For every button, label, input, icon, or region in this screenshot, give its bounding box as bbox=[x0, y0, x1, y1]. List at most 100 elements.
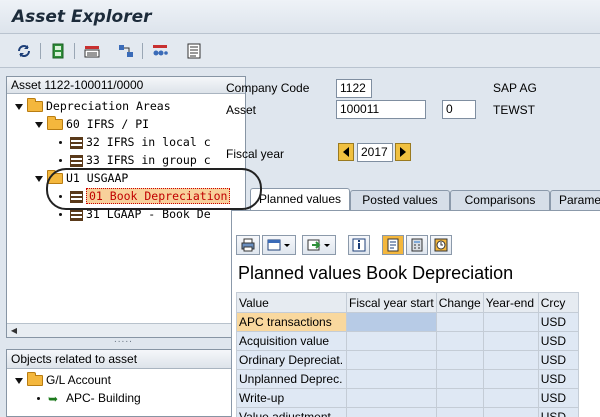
folder-icon bbox=[47, 170, 63, 184]
adjust-button[interactable] bbox=[382, 235, 404, 255]
tab-posted-values[interactable]: Posted values bbox=[350, 190, 450, 210]
structure-icon[interactable] bbox=[116, 41, 136, 61]
fiscal-year-start-cell bbox=[346, 331, 437, 351]
list-icon[interactable] bbox=[184, 41, 204, 61]
column-header-value[interactable]: Value bbox=[236, 292, 347, 313]
grid-toolbar bbox=[236, 233, 466, 257]
company-code-label: Company Code bbox=[226, 81, 310, 95]
year-end-cell bbox=[482, 407, 539, 417]
change-cell bbox=[435, 331, 484, 351]
fiscal-year-label: Fiscal year bbox=[226, 147, 285, 161]
year-end-cell bbox=[482, 369, 539, 389]
tree-node-label: U1 USGAAP bbox=[66, 171, 129, 185]
depreciation-area-icon bbox=[70, 208, 83, 221]
previous-year-button[interactable] bbox=[338, 143, 354, 161]
tab-comparisons[interactable]: Comparisons bbox=[450, 190, 550, 210]
currency-cell: USD bbox=[537, 407, 579, 417]
tree-node-label: APC- Building bbox=[66, 391, 141, 405]
view-dropdown-button[interactable] bbox=[262, 235, 296, 255]
expand-arrow-icon[interactable] bbox=[15, 377, 23, 384]
asset-number-field[interactable]: 100011 bbox=[336, 100, 426, 119]
column-header-year-end[interactable]: Year-end bbox=[482, 292, 539, 313]
tree-node-01-book-depreciation[interactable]: 01 Book Depreciation bbox=[59, 187, 231, 205]
column-header-change[interactable]: Change bbox=[435, 292, 484, 313]
change-cell bbox=[435, 407, 484, 417]
info-icon bbox=[352, 238, 366, 252]
table-row[interactable]: Write-up USD bbox=[236, 388, 579, 408]
value-cell: Ordinary Depreciat. bbox=[236, 350, 347, 370]
change-cell bbox=[435, 312, 484, 332]
display-icon[interactable] bbox=[82, 41, 102, 61]
company-code-field[interactable]: 1122 bbox=[336, 79, 372, 98]
tree-node-apc-building[interactable]: ➥ APC- Building bbox=[37, 389, 141, 407]
bullet-icon bbox=[59, 159, 62, 162]
panel-splitter[interactable] bbox=[6, 334, 246, 348]
asset-description: TEWST bbox=[493, 103, 535, 117]
tree-header: Asset 1122-100011/0000 bbox=[7, 77, 245, 94]
tree-node-label: 33 IFRS in group c bbox=[86, 153, 211, 167]
change-cell bbox=[435, 388, 484, 408]
table-row[interactable]: Acquisition value USD bbox=[236, 331, 579, 351]
calculator-icon bbox=[411, 238, 423, 252]
table-row[interactable]: APC transactions USD bbox=[236, 312, 579, 332]
details-button[interactable] bbox=[348, 235, 370, 255]
save-icon[interactable] bbox=[48, 41, 68, 61]
currency-cell: USD bbox=[537, 388, 579, 408]
year-end-cell bbox=[482, 331, 539, 351]
column-header-currency[interactable]: Crcy bbox=[537, 292, 579, 313]
print-button[interactable] bbox=[236, 235, 260, 255]
graphics-icon[interactable] bbox=[150, 41, 170, 61]
print-icon bbox=[241, 238, 255, 252]
grid-title: Planned values Book Depreciation bbox=[238, 263, 514, 283]
tree-node-gl-account[interactable]: G/L Account bbox=[15, 371, 111, 389]
value-cell: Value adjustment bbox=[236, 407, 347, 417]
refresh-icon[interactable] bbox=[14, 41, 34, 61]
year-end-cell bbox=[482, 388, 539, 408]
column-header-fiscal-year-start[interactable]: Fiscal year start bbox=[346, 292, 437, 313]
currency-cell: USD bbox=[537, 312, 579, 332]
scroll-left-icon[interactable]: ◀ bbox=[8, 325, 20, 336]
next-year-button[interactable] bbox=[395, 143, 411, 161]
simulation-button[interactable] bbox=[430, 235, 452, 255]
tree-node-label: Depreciation Areas bbox=[46, 99, 171, 113]
asset-subnumber-field[interactable]: 0 bbox=[442, 100, 476, 119]
asset-label: Asset bbox=[226, 103, 257, 117]
depreciation-area-icon bbox=[70, 190, 83, 203]
table-row[interactable]: Value adjustment USD bbox=[236, 407, 579, 417]
export-icon bbox=[307, 239, 330, 251]
value-cell: APC transactions bbox=[236, 312, 347, 332]
tree-node-label: 31 LGAAP - Book De bbox=[86, 207, 211, 221]
fiscal-year-start-cell bbox=[346, 407, 437, 417]
table-row[interactable]: Unplanned Deprec. USD bbox=[236, 369, 579, 389]
tab-planned-values[interactable]: Planned values bbox=[250, 188, 350, 210]
tree-node-33-ifrs[interactable]: 33 IFRS in group c bbox=[59, 151, 211, 169]
tree-node-label: 32 IFRS in local c bbox=[86, 135, 211, 149]
planned-values-grid: Value Fiscal year start Change Year-end … bbox=[236, 292, 579, 417]
tree-node-u1-usgaap[interactable]: U1 USGAAP bbox=[35, 169, 128, 187]
export-dropdown-button[interactable] bbox=[302, 235, 336, 255]
gl-account-icon: ➥ bbox=[48, 391, 59, 406]
tree-node-depreciation-areas[interactable]: Depreciation Areas bbox=[15, 97, 171, 115]
expand-arrow-icon[interactable] bbox=[35, 175, 43, 182]
table-row[interactable]: Ordinary Depreciat. USD bbox=[236, 350, 579, 370]
related-objects-header: Objects related to asset bbox=[7, 350, 245, 369]
currency-cell: USD bbox=[537, 331, 579, 351]
tree-node-label-selected: 01 Book Depreciation bbox=[86, 188, 231, 204]
tree-node-60-ifrs[interactable]: 60 IFRS / PI bbox=[35, 115, 149, 133]
tab-parameters[interactable]: Parame bbox=[550, 190, 600, 210]
calculator-button[interactable] bbox=[406, 235, 428, 255]
expand-arrow-icon[interactable] bbox=[35, 121, 43, 128]
depreciation-area-icon bbox=[70, 154, 83, 167]
folder-icon bbox=[27, 98, 43, 112]
application-toolbar bbox=[0, 34, 600, 68]
fiscal-year-start-cell bbox=[346, 369, 437, 389]
value-cell: Write-up bbox=[236, 388, 347, 408]
currency-cell: USD bbox=[537, 369, 579, 389]
related-objects-panel: Objects related to asset G/L Account ➥ AP… bbox=[6, 349, 246, 417]
tools-icon bbox=[387, 238, 399, 252]
fiscal-year-start-cell bbox=[346, 312, 437, 332]
expand-arrow-icon[interactable] bbox=[15, 103, 23, 110]
tree-node-32-ifrs[interactable]: 32 IFRS in local c bbox=[59, 133, 211, 151]
fiscal-year-field[interactable]: 2017 bbox=[357, 143, 393, 162]
tree-node-31-lgaap[interactable]: 31 LGAAP - Book De bbox=[59, 205, 211, 223]
